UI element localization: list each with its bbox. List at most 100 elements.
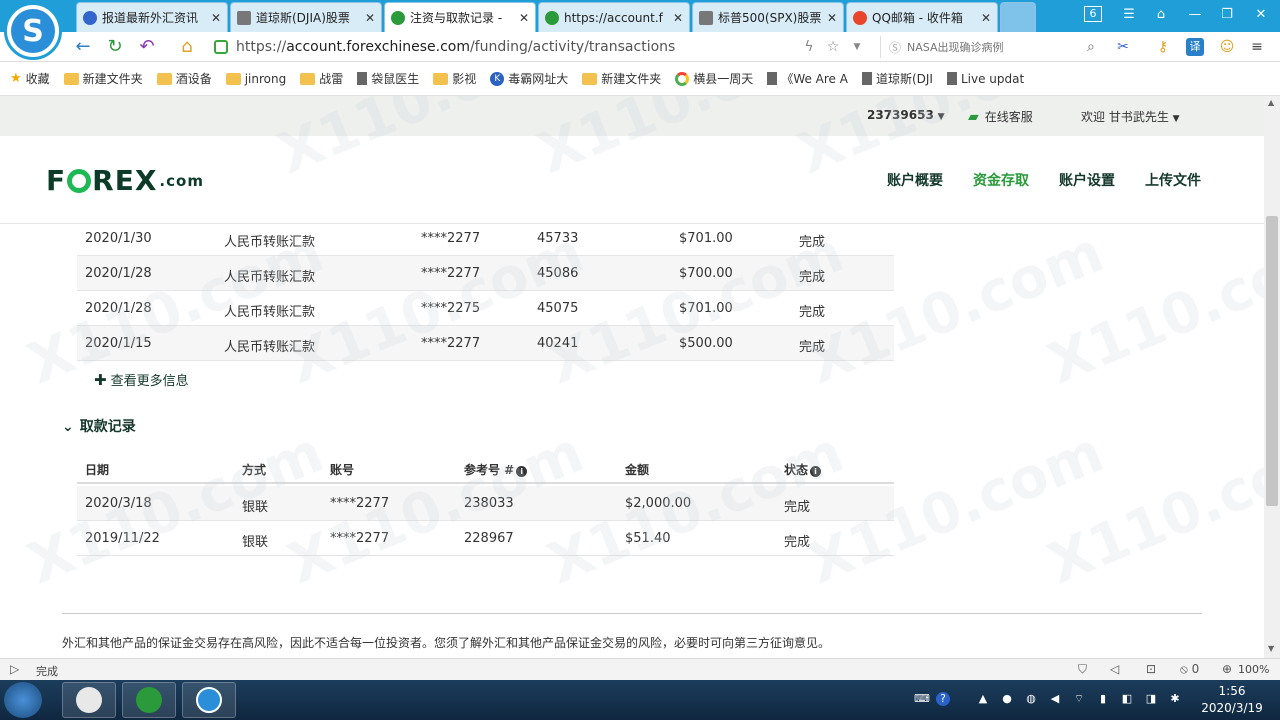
favorite-star-icon[interactable]: ☆ — [824, 38, 842, 56]
bookmark-item[interactable]: 新建文件夹 — [582, 70, 661, 87]
bookmark-item[interactable]: 横县一周天 — [675, 70, 753, 87]
close-icon[interactable]: ✕ — [981, 11, 991, 25]
user-menu-dropdown[interactable]: 欢迎 甘书武先生 ▼ — [1081, 108, 1180, 125]
scroll-down-icon[interactable]: ▼ — [1268, 644, 1274, 653]
info-icon[interactable]: i — [810, 466, 822, 477]
tab-transactions[interactable]: 注资与取款记录 - ✕ — [384, 2, 536, 32]
close-icon[interactable]: ✕ — [519, 11, 529, 25]
keyboard-icon[interactable]: ⌨ — [914, 692, 930, 706]
translate-icon[interactable]: 译 — [1186, 38, 1204, 56]
screenshot-icon[interactable]: ⊡ — [1146, 662, 1156, 676]
search-engine-icon[interactable]: Ⓢ — [889, 39, 901, 56]
menu-icon[interactable]: ☰ — [1118, 6, 1140, 24]
sidebar-toggle-icon[interactable]: ▷ — [10, 662, 19, 676]
scroll-up-icon[interactable]: ▲ — [1268, 98, 1274, 107]
url-field[interactable]: https://account.forexchinese.com/funding… — [214, 35, 864, 59]
close-icon[interactable]: ✕ — [211, 11, 221, 25]
tab-qq-mail[interactable]: QQ邮箱 - 收件箱 ✕ — [846, 2, 998, 32]
browser-logo-icon[interactable]: S — [4, 2, 62, 60]
withdrawals-section-toggle[interactable]: ⌄ 取款记录 — [62, 416, 136, 436]
tab-djia[interactable]: 道琼斯(DJIA)股票 ✕ — [230, 2, 382, 32]
bookmark-item[interactable]: jinrong — [225, 71, 287, 86]
bookmark-item[interactable]: 道琼斯(DJI — [861, 70, 933, 87]
lightning-icon[interactable]: ϟ — [800, 38, 818, 56]
tab-spx[interactable]: 标普500(SPX)股票 ✕ — [692, 2, 844, 32]
refresh-icon[interactable]: ↻ — [104, 36, 126, 58]
close-icon[interactable]: ✕ — [827, 11, 837, 25]
taskbar-forex-app[interactable] — [122, 682, 176, 718]
show-hidden-icon[interactable]: ▲ — [976, 692, 990, 706]
scroll-thumb[interactable] — [1266, 216, 1278, 506]
signal-icon[interactable]: ▮ — [1096, 692, 1110, 706]
tray-app-icon[interactable]: ✱ — [1168, 692, 1182, 706]
bookmark-item[interactable]: 《We Are A — [767, 70, 848, 87]
info-icon[interactable]: i — [516, 466, 528, 477]
bookmark-item[interactable]: 袋鼠医生 — [357, 70, 419, 87]
network-icon[interactable]: ⌔ — [1072, 692, 1086, 706]
speaker-icon[interactable]: ◁ — [1110, 662, 1119, 676]
start-button[interactable] — [4, 682, 42, 718]
back-icon[interactable]: ← — [72, 36, 94, 58]
page-scrollbar[interactable]: ▲ ▼ — [1264, 96, 1280, 658]
nav-funding[interactable]: 资金存取 — [973, 170, 1029, 190]
nav-upload-files[interactable]: 上传文件 — [1145, 170, 1201, 190]
zoom-level[interactable]: 100% — [1238, 663, 1269, 676]
home-icon[interactable]: ⌂ — [176, 36, 198, 58]
qq-icon[interactable]: ● — [1000, 692, 1014, 706]
help-icon[interactable]: ? — [936, 692, 950, 706]
view-more-link[interactable]: ✚ 查看更多信息 — [94, 370, 189, 389]
new-tab-button[interactable] — [1000, 2, 1036, 32]
taskbar-browser[interactable] — [182, 682, 236, 718]
tray-app-icon[interactable]: ◧ — [1120, 692, 1134, 706]
undo-icon[interactable]: ↶ — [136, 36, 158, 58]
withdrawal-status: 完成 — [784, 500, 811, 515]
tab-favicon-icon — [699, 10, 713, 25]
nav-account-settings[interactable]: 账户设置 — [1059, 170, 1115, 190]
skin-icon[interactable]: ⌂ — [1150, 6, 1172, 24]
more-menu-icon[interactable]: ≡ — [1248, 38, 1266, 56]
nav-account-summary[interactable]: 账户概要 — [887, 170, 943, 190]
close-icon[interactable]: ✕ — [673, 11, 683, 25]
close-window-icon[interactable]: ✕ — [1250, 6, 1272, 24]
chat-icon: ▰ — [968, 109, 979, 125]
search-input[interactable] — [907, 40, 1088, 54]
bookmark-item[interactable]: 战雷 — [300, 70, 343, 87]
search-icon[interactable]: ⌕ — [1087, 39, 1095, 55]
close-icon[interactable]: ✕ — [365, 11, 375, 25]
bookmark-item[interactable]: Live updat — [946, 72, 1024, 86]
account-strip: 23739653 ▼ ▰ 在线客服 欢迎 甘书武先生 ▼ — [0, 96, 1264, 136]
adblock-icon[interactable]: ⦸ 0 — [1180, 662, 1199, 677]
forex-logo[interactable]: F REX .com — [46, 164, 204, 197]
shield-icon[interactable]: ⛉ — [1078, 662, 1087, 677]
deposit-ref: 45086 — [537, 266, 579, 281]
zoom-icon[interactable]: ⊕ — [1222, 662, 1232, 676]
col-header-date: 日期 — [85, 463, 110, 477]
bookmark-item[interactable]: 酒设备 — [156, 70, 212, 87]
tab-label: 报道最新外汇资讯 — [102, 11, 199, 25]
chevron-down-icon[interactable]: ▼ — [848, 38, 866, 56]
bookmark-item[interactable]: 新建文件夹 — [63, 70, 143, 87]
bookmark-item[interactable]: K 毒霸网址大 — [490, 70, 568, 87]
tab-forex-news[interactable]: 报道最新外汇资讯 ✕ — [76, 2, 228, 32]
tab-account[interactable]: https://account.f ✕ — [538, 2, 690, 32]
tab-counter-icon[interactable]: 6 — [1084, 6, 1102, 22]
withdrawal-method: 银联 — [242, 500, 269, 515]
wechat-tray-icon[interactable]: ◍ — [1024, 692, 1038, 706]
taskbar-wechat[interactable] — [62, 682, 116, 718]
minimize-icon[interactable]: — — [1184, 6, 1206, 24]
withdrawal-date: 2019/11/22 — [85, 531, 160, 546]
key-icon[interactable]: ⚷ — [1154, 38, 1172, 56]
tray-app-icon[interactable]: ◨ — [1144, 692, 1158, 706]
bookmark-item[interactable]: ★ 收藏 — [10, 70, 50, 87]
scissors-icon[interactable]: ✂ — [1114, 38, 1132, 56]
emoji-icon[interactable]: ☺ — [1218, 38, 1236, 56]
volume-icon[interactable]: ◀ — [1048, 692, 1062, 706]
withdrawal-ref: 238033 — [464, 496, 514, 511]
col-header-ref: 参考号 # i — [464, 461, 528, 478]
account-number-dropdown[interactable]: 23739653 ▼ — [867, 108, 945, 122]
bookmark-item[interactable]: 影视 — [433, 70, 476, 87]
restore-icon[interactable]: ❐ — [1216, 6, 1238, 24]
online-support-link[interactable]: ▰ 在线客服 — [968, 108, 1033, 125]
bookmark-label: jinrong — [244, 71, 287, 86]
system-clock[interactable]: 1:56 2020/3/19 — [1192, 683, 1272, 717]
